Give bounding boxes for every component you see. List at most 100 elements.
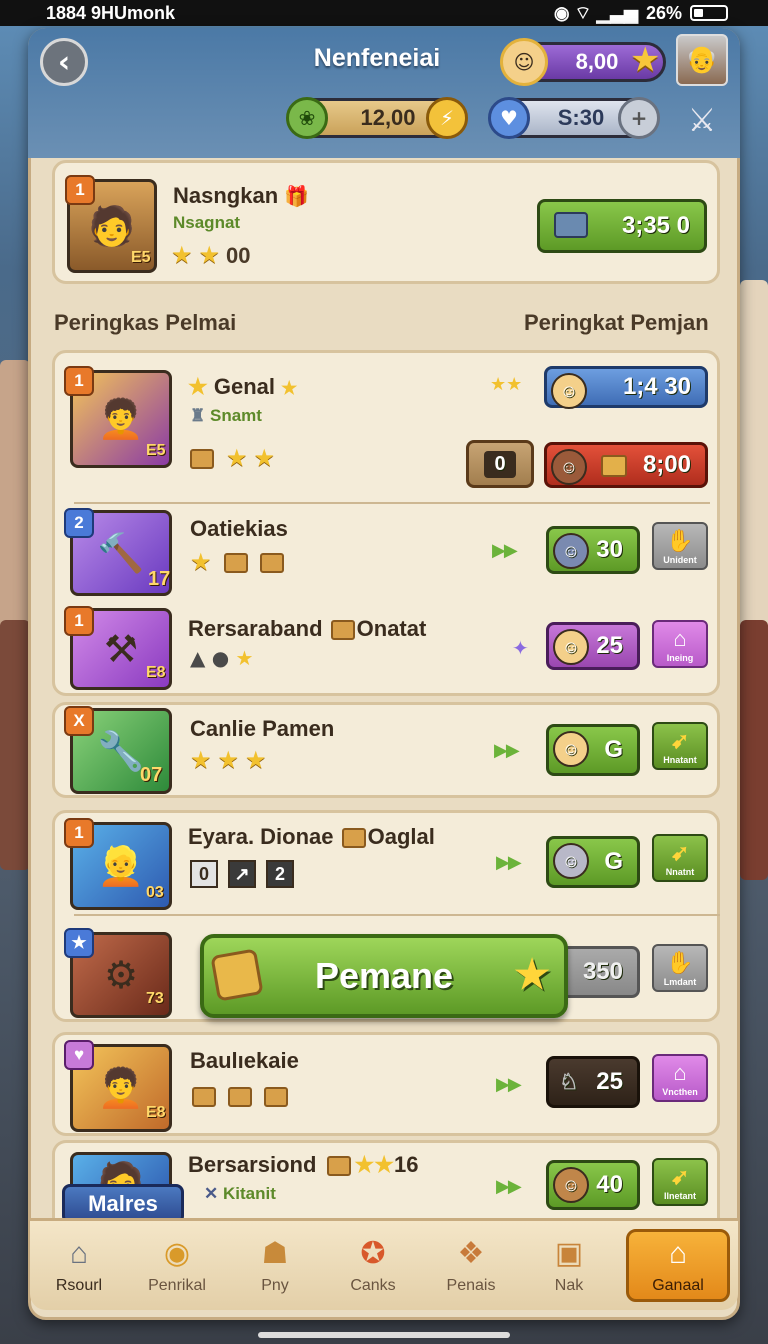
house-icon: ⌂ (673, 1060, 687, 1085)
tab-label: Canks (350, 1276, 396, 1294)
tab-penrikal[interactable]: ◉ Penrikal (128, 1221, 226, 1310)
status-icons: ◉ ⌔ ▁▃▅ 26% (554, 2, 728, 25)
reward-box[interactable]: 0 (466, 440, 534, 488)
rank-badge: 2 (64, 508, 94, 538)
tab-label: Rsourl (55, 1276, 103, 1294)
chest-icon (259, 553, 284, 573)
tab-pny[interactable]: ☗ Pny (226, 1221, 324, 1310)
leaf-icon: ❀ (286, 97, 328, 139)
rating-stars: ★★ (190, 444, 281, 472)
reward-green[interactable]: ☺ 30 (546, 526, 640, 574)
player-name: Rersaraband Onatat (188, 616, 427, 641)
tab-ganaal[interactable]: ⌂ Ganaal (626, 1229, 730, 1302)
battery-icon (690, 5, 728, 21)
tickets-value: S:30 (557, 105, 605, 130)
main-action-button[interactable]: Pemane ★ (200, 934, 568, 1018)
profile-avatar[interactable]: 👴 (676, 34, 728, 86)
star-icon: ★ (630, 40, 661, 80)
divider (74, 914, 720, 916)
reward-green[interactable]: ☺ 40 (546, 1160, 640, 1210)
reward-value: 25 (596, 1068, 623, 1095)
page-title: Nenfeneiai (313, 44, 441, 72)
bag-icon: ☗ (261, 1236, 289, 1270)
mini-stars: ★★ (490, 374, 523, 395)
boost-button[interactable]: ➹ Nnatnt (652, 834, 708, 882)
sparkle-icon: ✦ (512, 636, 529, 660)
rank-badge: ♥ (64, 1040, 94, 1070)
coins-value: 12,00 (360, 105, 416, 130)
level-badge: 07 (140, 764, 163, 786)
arrows-icon: ▶▶ (492, 540, 518, 561)
stat-box: ↗ (228, 860, 256, 888)
reward-green[interactable]: ☺ G (546, 836, 640, 888)
player-avatar-icon[interactable]: ☺ (500, 38, 548, 86)
item-icons: ▲ ● ★ (190, 646, 254, 670)
level-badge: E8 (146, 664, 166, 681)
star-icon: ★ (514, 953, 550, 997)
unlock-button[interactable]: ✋ Unident (652, 522, 708, 570)
divider (74, 502, 710, 504)
house-button[interactable]: ⌂ Vncthen (652, 1054, 708, 1102)
arrows-icon: ▶▶ (496, 1074, 522, 1095)
chevron-left-icon: ‹ (57, 44, 71, 80)
level-badge: E5 (146, 442, 166, 459)
player-mini-avatar: ☺ (553, 843, 589, 879)
status-bar: 1884 9HUmonk ◉ ⌔ ▁▃▅ 26% (0, 0, 768, 26)
coin-icon: ◉ (163, 1236, 191, 1270)
rating-stars: ★★★ (190, 746, 273, 774)
boost-button[interactable]: ➹ Hnatant (652, 722, 708, 770)
star-badge: ★ (64, 928, 94, 958)
boost-button[interactable]: ➹ Ilnetant (652, 1158, 708, 1206)
add-icon[interactable]: + (618, 97, 660, 139)
chest-icon (601, 455, 627, 477)
level-badge: E8 (146, 1104, 166, 1121)
reward-value: G (604, 736, 623, 763)
player-mini-avatar: ☺ (551, 449, 587, 485)
gems-value: 8,00 (575, 49, 619, 74)
player-name: Oatiekias (190, 516, 288, 541)
player-mini-avatar: ☺ (553, 533, 589, 569)
house-button[interactable]: ⌂ Ineing (652, 620, 708, 668)
reward-value: 1;4 30 (622, 373, 691, 400)
reward-red[interactable]: ☺ 8;00 (544, 442, 708, 488)
reward-purple[interactable]: ☺ 25 (546, 622, 640, 670)
player-mini-avatar: ☺ (553, 731, 589, 767)
tab-label: Pny (261, 1276, 289, 1294)
reward-value: 25 (596, 632, 623, 659)
tab-label: Penais (446, 1276, 496, 1294)
bg-shop-left (0, 620, 30, 870)
sword-icon[interactable]: ⚔ (676, 94, 728, 146)
chest-icon (210, 948, 264, 1002)
rank-badge: 1 (64, 606, 94, 636)
top-player-card[interactable]: 🧑 1 E5 Nasngkan 🎁 Nsagnat ★★00 3;35 0 (52, 160, 720, 284)
gift-icon: 🎁 (284, 186, 310, 208)
back-button[interactable]: ‹ (40, 38, 88, 86)
tab-canks[interactable]: ✪ Canks (324, 1221, 422, 1310)
arrows-icon: ▶▶ (496, 852, 522, 873)
tab-rsourl[interactable]: ⌂ Rsourl (30, 1221, 128, 1310)
chest-icon (223, 553, 248, 573)
tab-penais[interactable]: ❖ Penais (422, 1221, 520, 1310)
tab-label: Nak (554, 1276, 584, 1294)
scroll-icon: ❖ (457, 1236, 485, 1270)
player-name: Eyara. Dionae Oaglal (188, 824, 435, 849)
rocket-icon: ➹ (670, 1164, 690, 1189)
top-reward-button[interactable]: 3;35 0 (537, 199, 707, 253)
reward-dark[interactable]: ♘ 25 (546, 1056, 640, 1108)
section-label-right: Peringkat Pemjan (524, 310, 709, 335)
bg-building-left (0, 360, 30, 660)
shield-icon: ♥ (488, 97, 530, 139)
reward-blue[interactable]: ☺ 1;4 30 (544, 366, 708, 409)
hand-icon: ✋ (666, 528, 694, 553)
hand-icon: ✋ (666, 950, 694, 975)
battery-percent: 26% (645, 2, 682, 23)
unlock-button[interactable]: ✋ Lmdant (652, 944, 708, 992)
rank-badge: 1 (64, 366, 94, 396)
top-reward-value: 3;35 0 (621, 212, 690, 239)
tab-nak[interactable]: ▣ Nak (520, 1221, 618, 1310)
rocket-icon: ➹ (670, 840, 690, 865)
player-name: Nasngkan 🎁 (173, 183, 310, 208)
reward-green[interactable]: ☺ G (546, 724, 640, 776)
home-indicator[interactable] (258, 1332, 510, 1338)
rating-stars: ★ (190, 548, 296, 576)
